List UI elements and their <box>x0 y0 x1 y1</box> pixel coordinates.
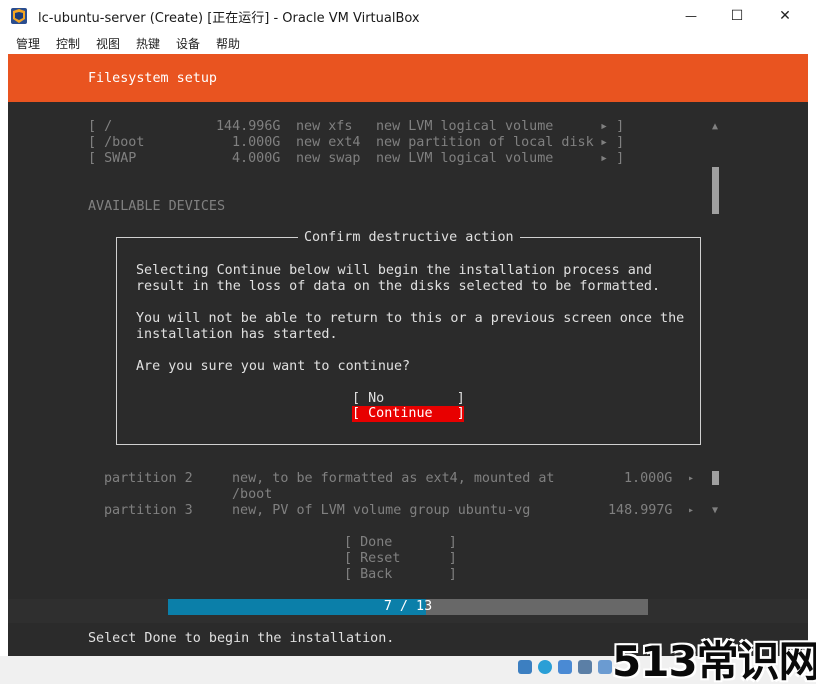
fs-row-size: 144.996G <box>216 119 281 134</box>
close-button[interactable]: ✕ <box>762 0 808 31</box>
watermark-logo: 513常识网 <box>612 628 816 689</box>
progress-text: 7 / 13 <box>383 599 433 614</box>
scroll-down-icon[interactable]: ▼ <box>712 503 718 519</box>
partition-desc: new, PV of LVM volume group ubuntu-vg <box>232 503 531 518</box>
fs-row-desc: new LVM logical volume <box>376 151 554 166</box>
dialog-text-line: result in the loss of data on the disks … <box>136 279 661 294</box>
window-title: lc-ubuntu-server (Create) [正在运行] - Oracl… <box>38 11 420 26</box>
minimize-icon: — <box>685 8 697 23</box>
available-devices-heading: AVAILABLE DEVICES <box>88 199 226 214</box>
dialog-text-line: You will not be able to return to this o… <box>136 311 685 326</box>
fs-row-type: new ext4 <box>296 135 361 150</box>
partition-desc: new, to be formatted as ext4, mounted at <box>232 471 555 486</box>
menu-item-manage[interactable]: 管理 <box>16 35 40 52</box>
fs-row-mount[interactable]: [ SWAP <box>88 151 136 167</box>
menu-item-devices[interactable]: 设备 <box>176 35 200 52</box>
fs-row-mount[interactable]: [ /boot <box>88 135 144 151</box>
done-button[interactable]: [ Done ] <box>344 535 457 551</box>
minimize-button[interactable]: — <box>668 0 714 31</box>
fs-row-desc: new partition of local disk <box>376 135 594 150</box>
dialog-question: Are you sure you want to continue? <box>136 359 411 374</box>
fs-row-arrow[interactable]: ▸ ] <box>600 119 624 135</box>
footer-hint: Select Done to begin the installation. <box>88 631 395 646</box>
dialog-text-line: Selecting Continue below will begin the … <box>136 263 652 278</box>
watermark-text: 513常识网 <box>612 637 816 686</box>
menu-bar <box>0 31 816 54</box>
hard-disk-icon[interactable] <box>518 660 532 674</box>
fs-row-size: 1.000G <box>232 135 281 150</box>
scrollbar-thumb[interactable] <box>712 167 719 214</box>
partition-desc-cont: /boot <box>232 487 273 502</box>
dialog-text-line: installation has started. <box>136 327 338 342</box>
audio-icon[interactable] <box>558 660 572 674</box>
vm-display[interactable]: Filesystem setup [ / 144.996G new xfs ne… <box>8 54 808 656</box>
scroll-up-icon[interactable]: ▲ <box>712 119 718 135</box>
network-icon[interactable] <box>578 660 592 674</box>
fs-row-type: new swap <box>296 151 361 166</box>
fs-row-desc: new LVM logical volume <box>376 119 554 134</box>
fs-row-type: new xfs <box>296 119 353 134</box>
optical-drive-icon[interactable] <box>538 660 552 674</box>
fs-row-arrow[interactable]: ▸ ] <box>600 135 624 151</box>
menu-item-view[interactable]: 视图 <box>96 35 120 52</box>
usb-icon[interactable] <box>598 660 612 674</box>
menu-item-hotkeys[interactable]: 热键 <box>136 35 160 52</box>
menu-item-control[interactable]: 控制 <box>56 35 80 52</box>
partition-size: 1.000G <box>624 471 673 486</box>
fs-row-size: 4.000G <box>232 151 281 166</box>
scrollbar-thumb[interactable] <box>712 471 719 485</box>
fs-row-mount[interactable]: [ / <box>88 119 112 135</box>
dialog-title: Confirm destructive action <box>298 230 520 246</box>
partition-arrow-icon[interactable]: ▸ <box>688 503 694 519</box>
partition-name[interactable]: partition 2 <box>104 471 193 487</box>
partition-name[interactable]: partition 3 <box>104 503 193 519</box>
maximize-button[interactable]: ☐ <box>714 0 760 31</box>
reset-button[interactable]: [ Reset ] <box>344 551 457 567</box>
menu-item-help[interactable]: 帮助 <box>216 35 240 52</box>
close-icon: ✕ <box>779 7 791 24</box>
back-button[interactable]: [ Back ] <box>344 567 457 583</box>
partition-size: 148.997G <box>608 503 673 518</box>
installer-title: Filesystem setup <box>88 71 217 86</box>
maximize-icon: ☐ <box>730 7 744 24</box>
no-button[interactable]: [ No ] <box>352 391 465 407</box>
partition-arrow-icon[interactable]: ▸ <box>688 471 694 487</box>
continue-button[interactable]: [ Continue ] <box>352 406 465 422</box>
virtualbox-app-icon <box>10 7 28 25</box>
fs-row-arrow[interactable]: ▸ ] <box>600 151 624 167</box>
